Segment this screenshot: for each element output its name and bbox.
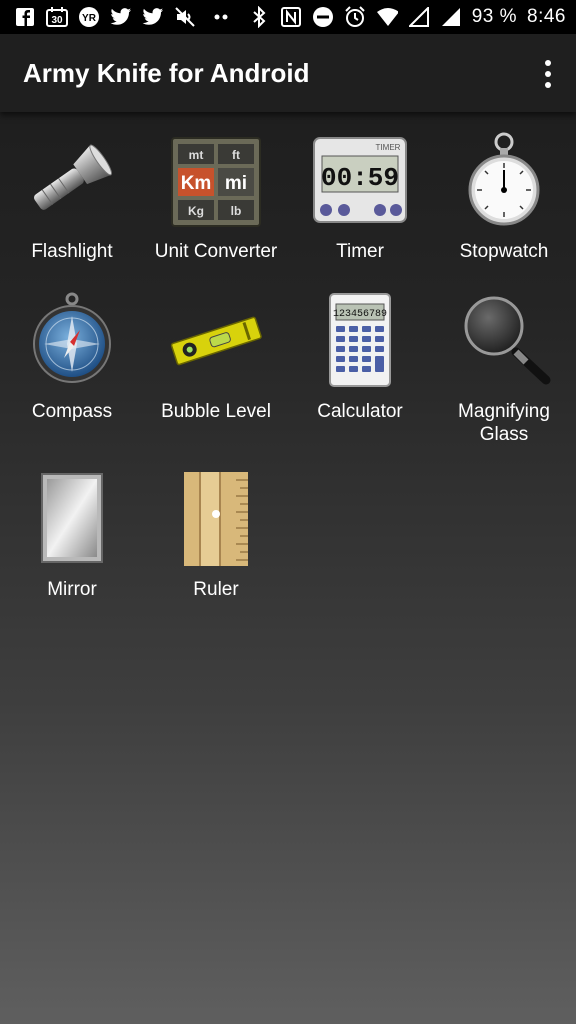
battery-percent: 93 % [471,6,518,27]
tool-compass[interactable]: Compass [0,290,144,423]
tool-label: Ruler [193,579,239,600]
tool-stopwatch[interactable]: Stopwatch [432,130,576,263]
wifi-icon [376,6,398,28]
tool-label: Mirror [47,579,97,600]
tool-ruler[interactable]: Ruler [144,468,288,601]
tool-magnifying-glass[interactable]: Magnifying Glass [432,290,576,446]
twitter-icon [110,6,132,28]
timer-display: 00:59 [321,163,399,193]
svg-text:YR: YR [82,13,97,24]
clock: 8:46 [527,6,566,27]
tool-label: Flashlight [31,241,113,262]
ruler-icon [166,468,266,568]
calendar-30-icon: 30 [46,6,68,28]
app-bar: Army Knife for Android [0,34,576,112]
unit-converter-icon: mt ft Km mi Kg lb [166,130,266,230]
tool-label: Stopwatch [459,241,549,262]
alarm-icon [344,6,366,28]
tool-label: Calculator [317,401,403,422]
tool-flashlight[interactable]: Flashlight [0,130,144,263]
calculator-icon: 123456789 [310,290,410,390]
tool-label: Timer [336,241,384,262]
bubble-level-icon [166,290,266,390]
converter-label-km: Km [181,173,212,194]
tool-label: Unit Converter [154,241,278,262]
bluetooth-icon [248,6,270,28]
mute-icon [174,6,196,28]
nfc-icon [280,6,302,28]
stopwatch-icon [454,130,554,230]
svg-text:30: 30 [51,15,63,26]
converter-label-lb: lb [231,204,242,218]
flashlight-icon [22,130,122,230]
facebook-icon [14,6,36,28]
timer-brand-label: TIMER [376,143,401,152]
tool-label: Magnifying Glass [458,401,550,445]
yr-icon: YR [78,6,100,28]
app-title: Army Knife for Android [23,57,310,88]
tool-timer[interactable]: TIMER 00:59 Timer [288,130,432,263]
signal-icon [440,6,462,28]
do-not-disturb-icon [312,6,334,28]
timer-icon: TIMER 00:59 [310,130,410,230]
twitter-icon [142,6,164,28]
converter-label-mt: mt [189,148,204,162]
status-bar: 30 YR 93 % 8:46 [0,0,576,34]
tool-unit-converter[interactable]: mt ft Km mi Kg lb Unit Converter [144,130,288,263]
calc-display: 123456789 [333,309,387,320]
magnifying-glass-icon [454,290,554,390]
tool-mirror[interactable]: Mirror [0,468,144,601]
converter-label-ft: ft [232,148,240,162]
more-dots-icon [206,6,236,28]
converter-label-mi: mi [225,173,247,194]
tool-label: Compass [31,401,113,422]
tool-label: Bubble Level [161,401,271,422]
converter-label-kg: Kg [188,204,204,218]
overflow-menu-icon[interactable] [538,60,558,88]
signal-icon [408,6,430,28]
tool-bubble-level[interactable]: Bubble Level [144,290,288,423]
tool-calculator[interactable]: 123456789 Calculator [288,290,432,423]
compass-icon [22,290,122,390]
mirror-icon [22,468,122,568]
